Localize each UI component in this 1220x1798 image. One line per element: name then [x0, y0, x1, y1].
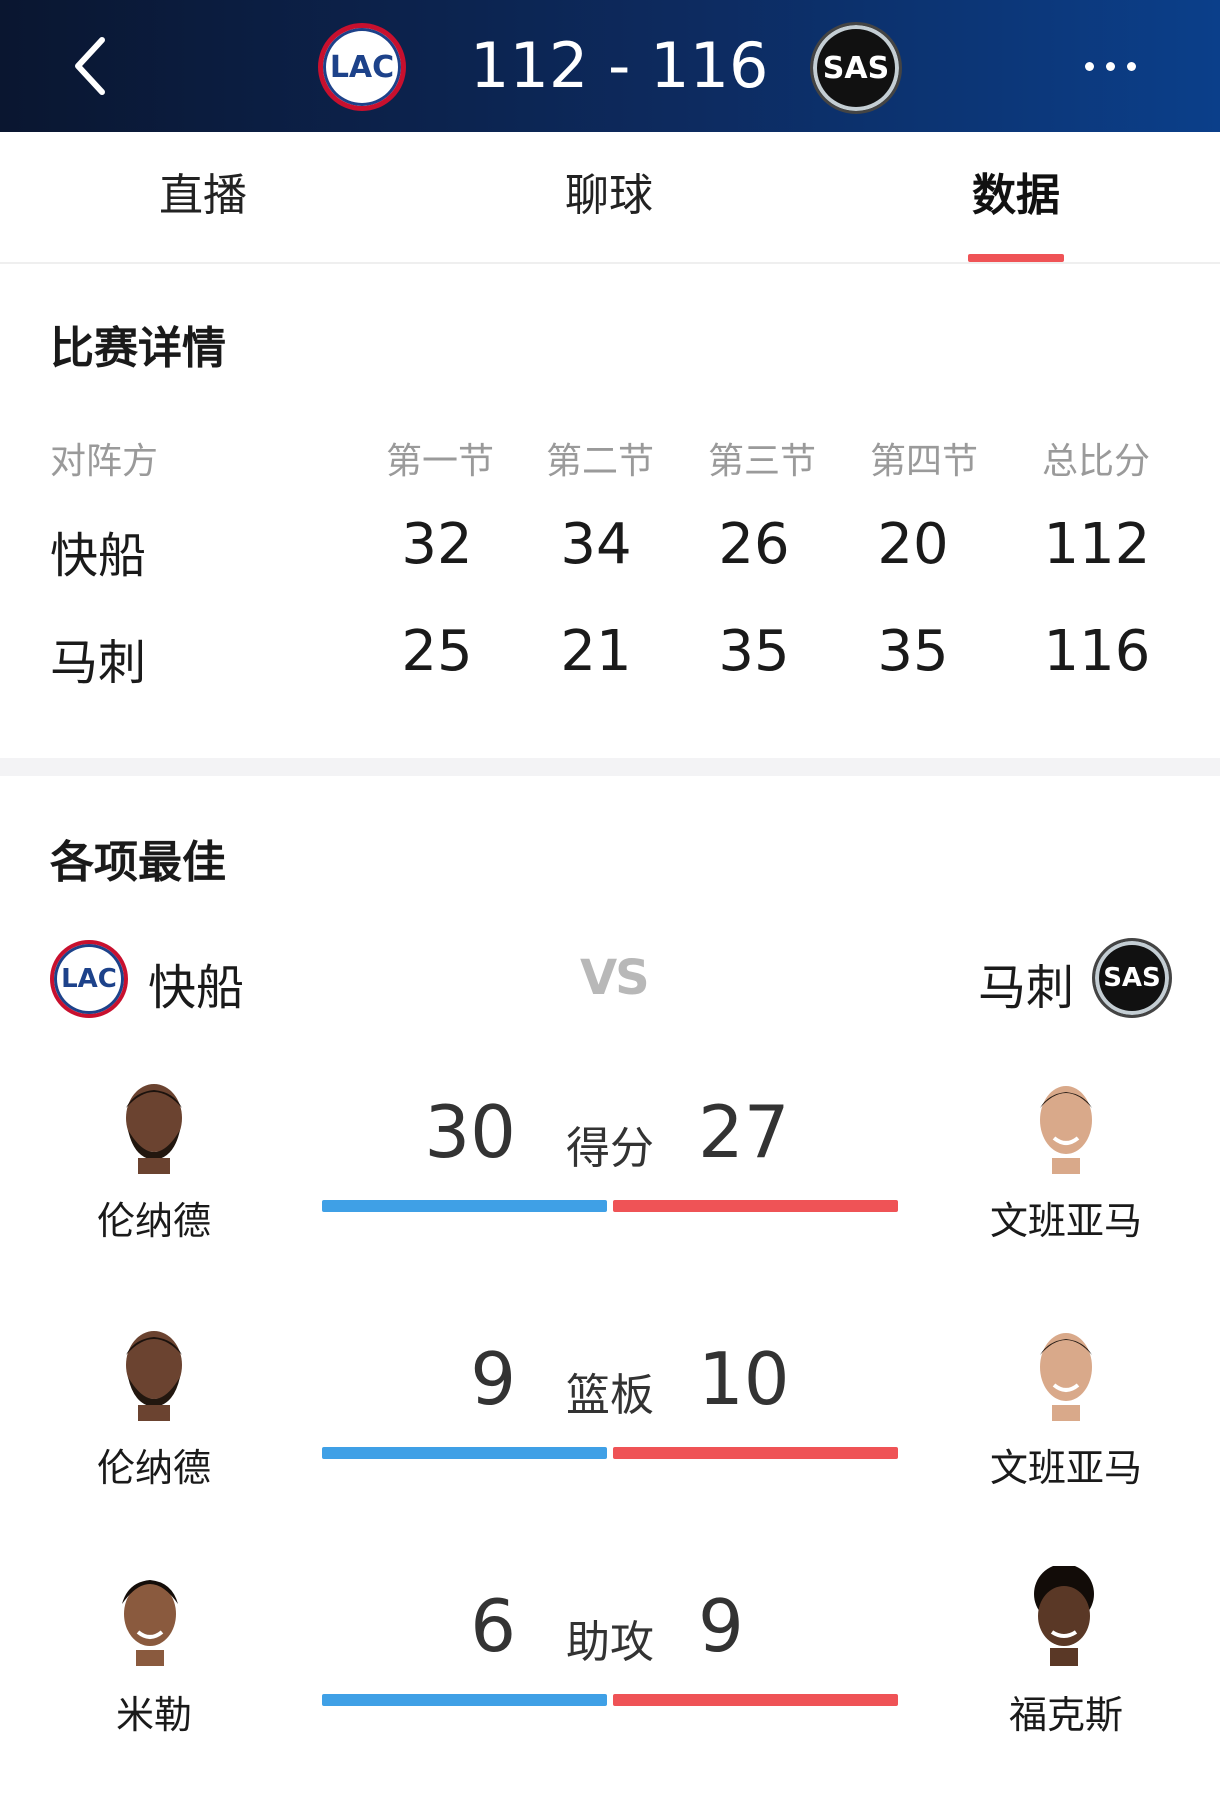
match-detail-title: 比赛详情: [50, 323, 226, 374]
score-away-q3: 35: [718, 619, 790, 684]
player-avatar-icon[interactable]: [1026, 1325, 1106, 1421]
leaders-away-logo[interactable]: SAS: [1092, 938, 1172, 1018]
row-team-home: 快船: [50, 528, 147, 584]
more-horizontal-icon-dot: [1105, 61, 1115, 71]
score-home-q2: 34: [560, 512, 632, 577]
score-home-q3: 26: [718, 512, 790, 577]
col-head-q2: 第二节: [545, 441, 654, 482]
col-head-q4: 第四节: [869, 441, 978, 482]
rebounds-value-home: 9: [470, 1337, 516, 1421]
assists-value-home: 6: [470, 1584, 516, 1668]
tab-live[interactable]: 直播: [103, 164, 303, 228]
score-away-q1: 25: [401, 619, 473, 684]
player-avatar-icon[interactable]: [110, 1570, 190, 1666]
assists-leader-away[interactable]: 福克斯: [956, 1684, 1176, 1739]
player-avatar-icon[interactable]: [1026, 1078, 1106, 1174]
col-head-matchup: 对阵方: [50, 441, 159, 482]
header-score: 112 - 116: [470, 29, 769, 102]
assists-label: 助攻: [566, 1617, 654, 1668]
player-avatar-icon[interactable]: [1018, 1566, 1110, 1666]
assists-value-away: 9: [698, 1584, 744, 1668]
player-avatar-icon[interactable]: [114, 1325, 194, 1421]
more-button[interactable]: [1070, 40, 1150, 92]
score-home-total: 112: [1043, 512, 1151, 577]
leaders-home-logo[interactable]: LAC: [50, 940, 128, 1018]
row-team-away: 马刺: [50, 635, 147, 691]
score-home-q4: 20: [877, 512, 949, 577]
section-divider: [0, 758, 1220, 776]
assists-bar-away: [613, 1694, 898, 1706]
points-leader-away[interactable]: 文班亚马: [956, 1190, 1176, 1245]
assists-bar-home: [322, 1694, 607, 1706]
back-button[interactable]: [52, 28, 128, 104]
points-value-away: 27: [698, 1090, 790, 1174]
player-avatar-icon[interactable]: [114, 1078, 194, 1174]
game-header: LAC 112 - 116 SAS: [0, 0, 1220, 132]
col-head-q3: 第三节: [707, 441, 816, 482]
home-team-logo[interactable]: LAC: [318, 23, 406, 111]
points-bar-home: [322, 1200, 607, 1212]
points-value-home: 30: [424, 1090, 516, 1174]
active-tab-indicator: [968, 254, 1064, 262]
rebounds-bar-away: [613, 1447, 898, 1459]
rebounds-leader-home[interactable]: 伦纳德: [44, 1437, 264, 1492]
rebounds-leader-away[interactable]: 文班亚马: [956, 1437, 1176, 1492]
rebounds-value-away: 10: [698, 1337, 790, 1421]
chevron-left-icon: [75, 37, 105, 95]
leaders-title: 各项最佳: [50, 837, 226, 888]
leaders-away-team: 马刺: [978, 960, 1075, 1016]
tab-bar: 直播 聊球 数据: [0, 132, 1220, 264]
score-away-q2: 21: [560, 619, 632, 684]
more-horizontal-icon-dot: [1126, 61, 1136, 71]
points-leader-home[interactable]: 伦纳德: [44, 1190, 264, 1245]
more-horizontal-icon: [1084, 61, 1094, 71]
score-home-q1: 32: [401, 512, 473, 577]
tab-chat[interactable]: 聊球: [509, 164, 709, 228]
rebounds-label: 篮板: [566, 1370, 654, 1421]
leaders-home-team: 快船: [148, 960, 245, 1016]
score-away-q4: 35: [877, 619, 949, 684]
points-label: 得分: [566, 1123, 654, 1174]
col-head-total: 总比分: [1041, 441, 1150, 482]
away-team-logo[interactable]: SAS: [810, 22, 902, 114]
col-head-q1: 第一节: [385, 441, 494, 482]
vs-label: VS: [580, 950, 650, 1006]
score-away-total: 116: [1043, 619, 1151, 684]
tab-stats[interactable]: 数据: [916, 164, 1116, 228]
points-bar-away: [613, 1200, 898, 1212]
rebounds-bar-home: [322, 1447, 607, 1459]
assists-leader-home[interactable]: 米勒: [44, 1684, 264, 1739]
